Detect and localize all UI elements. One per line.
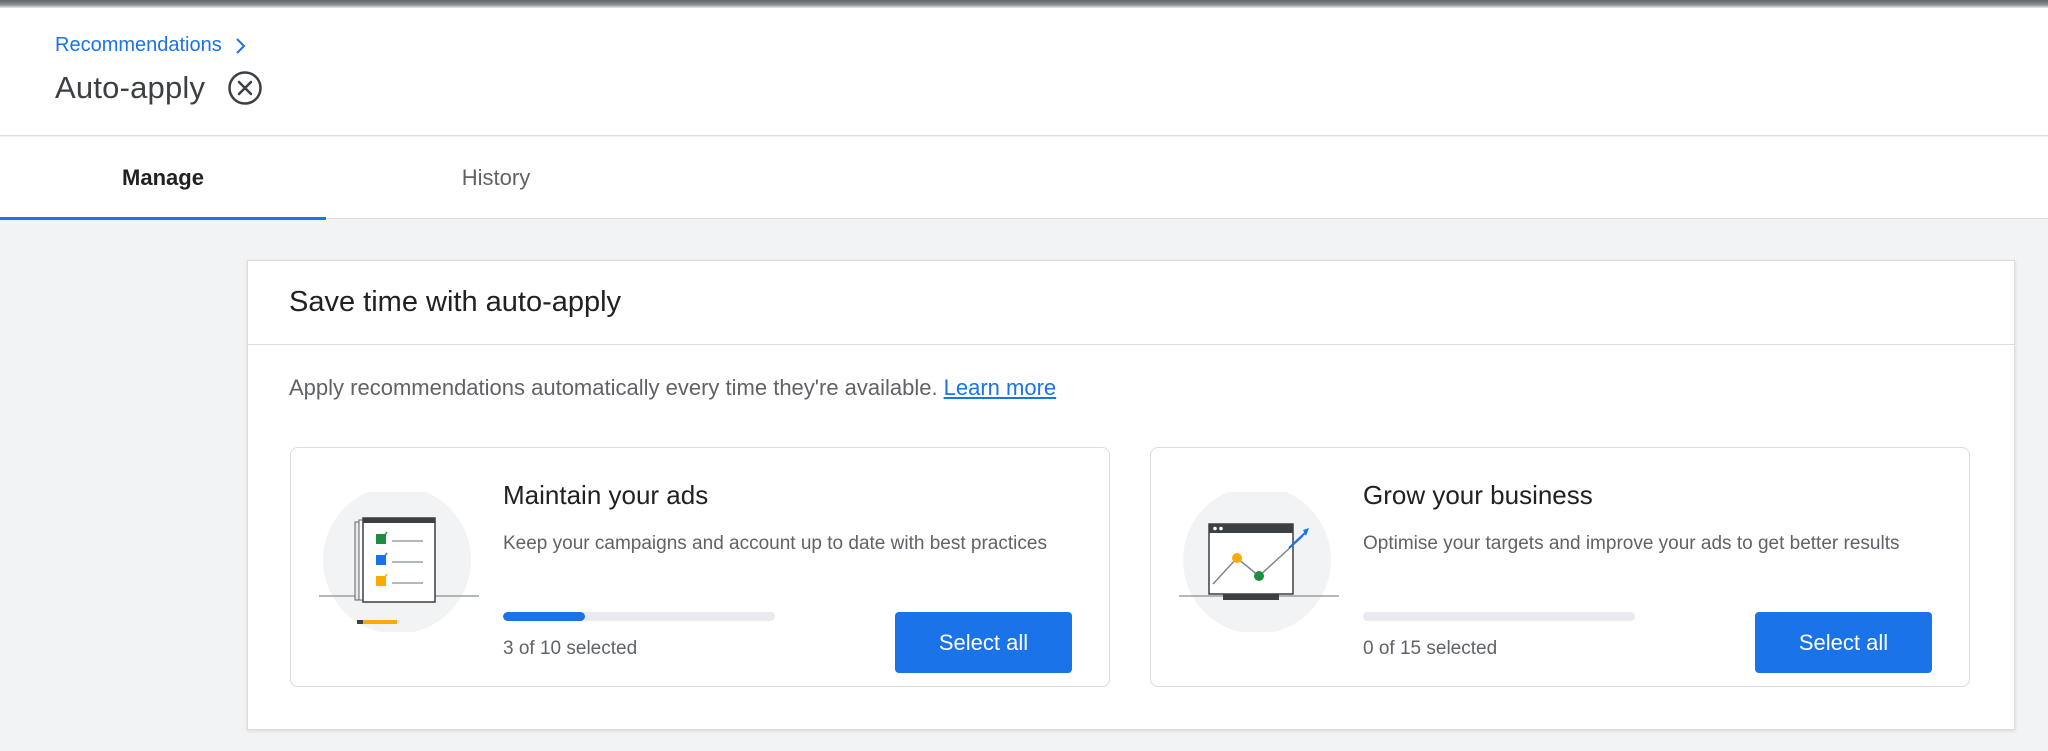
tab-history[interactable]: History: [333, 137, 659, 219]
progress-fill: [503, 612, 585, 621]
checklist-illustration: [319, 492, 479, 632]
option-description: Keep your campaigns and account up to da…: [503, 533, 1047, 554]
close-circle-icon[interactable]: [227, 70, 263, 106]
option-title: Maintain your ads: [503, 480, 709, 510]
page-header: Recommendations Auto-apply: [0, 8, 2048, 136]
option-description: Optimise your targets and improve your a…: [1363, 533, 1900, 554]
select-all-button[interactable]: Select all: [895, 612, 1072, 673]
tab-manage[interactable]: Manage: [0, 137, 326, 220]
selected-count: 0 of 15 selected: [1363, 638, 1498, 659]
auto-apply-card: Save time with auto-apply Apply recommen…: [247, 260, 2015, 730]
chevron-right-icon: [236, 37, 246, 54]
window-top-border: [0, 0, 2048, 8]
option-title: Grow your business: [1363, 480, 1593, 510]
card-description-text: Apply recommendations automatically ever…: [289, 375, 938, 400]
select-all-button[interactable]: Select all: [1755, 612, 1932, 673]
selected-count: 3 of 10 selected: [503, 638, 638, 659]
card-description: Apply recommendations automatically ever…: [289, 375, 1056, 401]
learn-more-link[interactable]: Learn more: [944, 375, 1057, 400]
option-card-maintain-ads: Maintain your ads Keep your campaigns an…: [290, 447, 1110, 687]
breadcrumb: Recommendations: [55, 34, 248, 57]
option-card-grow-business: Grow your business Optimise your targets…: [1150, 447, 1970, 687]
progress-bar: [503, 612, 775, 621]
progress-bar: [1363, 612, 1635, 621]
growth-chart-illustration: [1179, 492, 1339, 632]
title-row: Auto-apply: [55, 70, 263, 106]
card-title: Save time with auto-apply: [248, 261, 2014, 345]
breadcrumb-recommendations-link[interactable]: Recommendations: [55, 34, 222, 57]
tab-bar: Manage History: [0, 137, 2048, 220]
page-title: Auto-apply: [55, 70, 206, 105]
